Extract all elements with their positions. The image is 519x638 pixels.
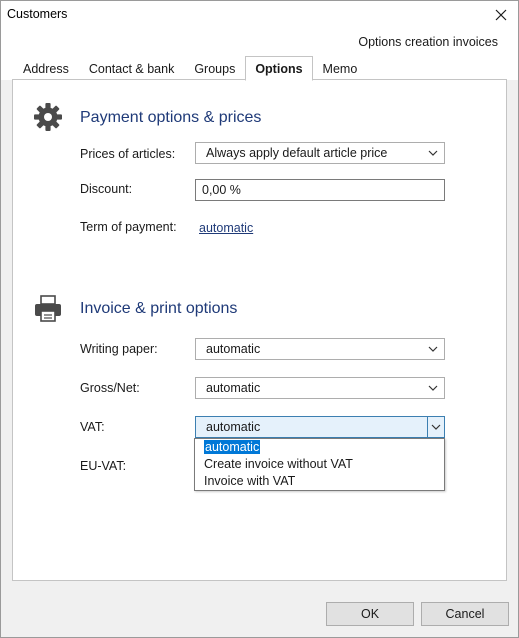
chevron-down-icon (428, 150, 438, 156)
close-icon (495, 9, 507, 21)
prices-value: Always apply default article price (206, 146, 388, 160)
tab-contact-bank[interactable]: Contact & bank (79, 56, 184, 80)
printer-icon (35, 295, 61, 322)
payment-section-title: Payment options & prices (80, 109, 262, 126)
prices-select[interactable]: Always apply default article price (195, 142, 445, 164)
window-title: Customers (7, 7, 68, 21)
discount-label: Discount: (80, 182, 133, 196)
writing-paper-select[interactable]: automatic (195, 338, 445, 360)
tab-address[interactable]: Address (13, 56, 79, 80)
vat-dropdown-list: automatic Create invoice without VAT Inv… (194, 438, 445, 491)
footer: OK Cancel (1, 589, 518, 637)
writing-paper-value: automatic (206, 342, 261, 356)
term-label: Term of payment: (80, 220, 177, 234)
header-area: Options creation invoices Address Contac… (1, 29, 518, 81)
discount-field[interactable]: 0,00 % (195, 179, 445, 201)
title-bar: Customers (1, 1, 518, 29)
vat-option-automatic[interactable]: automatic (195, 439, 444, 456)
ok-button[interactable]: OK (326, 602, 414, 626)
gear-icon (34, 103, 62, 131)
chevron-down-icon (428, 346, 438, 352)
tab-groups[interactable]: Groups (184, 56, 245, 80)
vat-dropdown-button[interactable] (427, 417, 444, 437)
options-creation-invoices-link[interactable]: Options creation invoices (358, 35, 498, 49)
gross-net-select[interactable]: automatic (195, 377, 445, 399)
chevron-down-icon (428, 385, 438, 391)
gross-net-value: automatic (206, 381, 261, 395)
vat-select[interactable]: automatic (195, 416, 445, 438)
customers-window: Customers Options creation invoices Addr… (0, 0, 519, 638)
prices-label: Prices of articles: (80, 147, 176, 161)
chevron-down-icon (431, 424, 441, 430)
writing-paper-label: Writing paper: (80, 342, 158, 356)
eu-vat-label: EU-VAT: (80, 459, 127, 473)
invoice-section-title: Invoice & print options (80, 300, 238, 317)
tab-memo[interactable]: Memo (313, 56, 368, 80)
vat-option-without-vat[interactable]: Create invoice without VAT (195, 456, 444, 473)
vat-label: VAT: (80, 420, 105, 434)
close-button[interactable] (484, 1, 518, 29)
vat-option-with-vat[interactable]: Invoice with VAT (195, 473, 444, 490)
vat-value: automatic (206, 420, 261, 434)
tab-options[interactable]: Options (245, 56, 313, 81)
term-of-payment-link[interactable]: automatic (199, 221, 253, 235)
gross-net-label: Gross/Net: (80, 381, 140, 395)
tab-strip: Address Contact & bank Groups Options Me… (13, 56, 368, 81)
cancel-button[interactable]: Cancel (421, 602, 509, 626)
